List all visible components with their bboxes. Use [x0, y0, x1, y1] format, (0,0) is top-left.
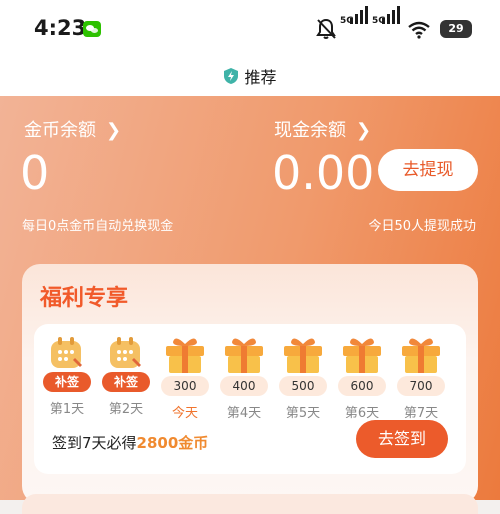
coin-amount-badge: 600 [338, 376, 386, 396]
gift-icon [166, 338, 204, 373]
cash-balance-value: 0.00 [272, 146, 375, 200]
mute-icon [316, 18, 336, 39]
checkin-day-5[interactable]: 500 第5天 [278, 336, 328, 421]
calendar-icon [110, 337, 141, 368]
checkin-reward-text: 签到7天必得2800金币 [52, 432, 208, 453]
withdraw-success-note: 今日50人提现成功 [368, 219, 476, 234]
calendar-icon [51, 337, 82, 368]
gift-icon [402, 338, 440, 373]
makeup-badge: 补签 [43, 372, 91, 392]
withdraw-button[interactable]: 去提现 [378, 149, 478, 191]
coin-amount-badge: 700 [397, 376, 445, 396]
day-label-today: 今天 [171, 406, 198, 421]
day-label: 第5天 [285, 406, 321, 421]
checkin-reward-amount: 2800金币 [136, 434, 209, 452]
day-label: 第2天 [108, 402, 144, 417]
checkin-panel: 补签 第1天 补签 第2天 300 今天 400 第4天 500 第5天 600… [34, 324, 466, 474]
balance-panel: 金币余额 ❯ 现金余额 ❯ 0 0.00 去提现 每日0点金币自动兑换现金 今日50… [0, 96, 500, 514]
chevron-right-icon: ❯ [356, 120, 372, 141]
cash-balance-link[interactable]: 现金余额 ❯ [274, 116, 371, 142]
chevron-right-icon: ❯ [106, 120, 122, 141]
coin-balance-label: 金币余额 [24, 120, 96, 141]
coin-amount-badge: 500 [279, 376, 327, 396]
status-time: 4:23 [34, 16, 87, 40]
day-label: 第1天 [49, 402, 85, 417]
checkin-reward-prefix: 签到7天必得 [52, 434, 137, 452]
checkin-day-7[interactable]: 700 第7天 [396, 336, 446, 421]
coin-balance-link[interactable]: 金币余额 ❯ [24, 116, 121, 142]
status-bar: 4:23 5G 5G 29 [0, 0, 500, 58]
gift-icon [284, 338, 322, 373]
checkin-day-1[interactable]: 补签 第1天 [42, 336, 92, 417]
day-label: 第7天 [403, 406, 439, 421]
checkin-day-2[interactable]: 补签 第2天 [101, 336, 151, 417]
coin-amount-badge: 400 [220, 376, 268, 396]
wechat-icon [83, 21, 101, 37]
wifi-icon [408, 21, 430, 39]
coin-balance-value: 0 [20, 146, 50, 200]
shield-icon [224, 68, 239, 84]
exchange-note: 每日0点金币自动兑换现金 [22, 219, 174, 234]
next-card-edge [22, 494, 478, 514]
title-bar: 推荐 [0, 58, 500, 96]
checkin-button[interactable]: 去签到 [356, 420, 448, 458]
page-title: 推荐 [244, 68, 277, 87]
cash-balance-label: 现金余额 [274, 120, 346, 141]
gift-icon [343, 338, 381, 373]
makeup-badge: 补签 [102, 372, 150, 392]
coin-amount-badge: 300 [161, 376, 209, 396]
welfare-title: 福利专享 [40, 286, 129, 311]
day-label: 第6天 [344, 406, 380, 421]
gift-icon [225, 338, 263, 373]
day-label: 第4天 [226, 406, 262, 421]
checkin-day-4[interactable]: 400 第4天 [219, 336, 269, 421]
battery-icon: 29 [440, 20, 472, 38]
welfare-card: 福利专享 补签 第1天 补签 第2天 300 今天 400 第4天 500 第5… [22, 264, 478, 504]
checkin-day-3[interactable]: 300 今天 [160, 336, 210, 421]
checkin-day-6[interactable]: 600 第6天 [337, 336, 387, 421]
